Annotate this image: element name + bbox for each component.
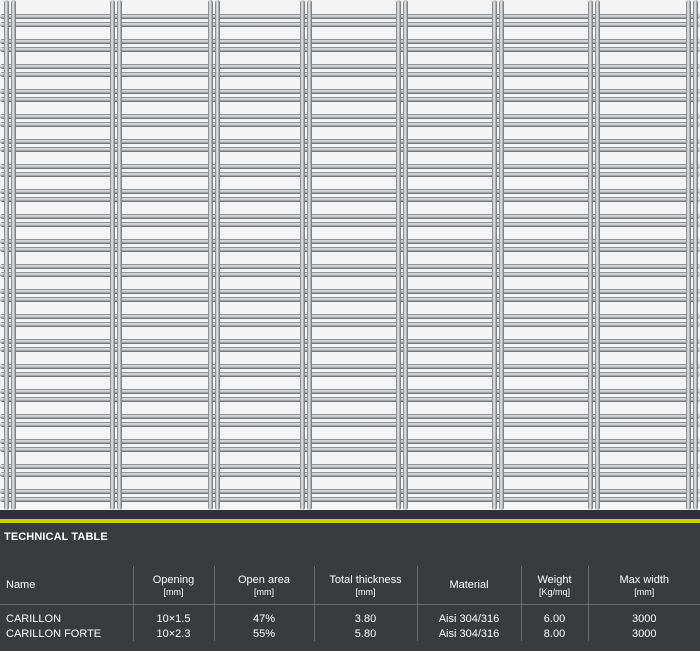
technical-panel: TECHNICAL TABLE Name Opening [mm] Open ar… <box>0 523 700 651</box>
header-opening: Opening [mm] <box>132 566 214 605</box>
table-header-row: Name Opening [mm] Open area [mm] Total thi… <box>0 566 700 605</box>
cell-total-thickness: 5.80 <box>313 626 417 641</box>
vertical-wire <box>117 0 122 510</box>
cell-open-area: 47% <box>213 604 314 626</box>
vertical-wire <box>492 0 497 510</box>
vertical-wire <box>110 0 115 510</box>
cell-max-width: 3000 <box>587 626 700 641</box>
header-weight: Weight [Kg/mq] <box>520 566 588 605</box>
vertical-wire <box>300 0 305 510</box>
cell-opening: 10×2.3 <box>132 626 214 641</box>
vertical-wire <box>11 0 16 510</box>
mesh-product-photo <box>0 0 700 510</box>
table-row: CARILLON FORTE 10×2.3 55% 5.80 Aisi 304/… <box>0 626 700 641</box>
vertical-wire <box>215 0 220 510</box>
vertical-wire <box>588 0 593 510</box>
cell-max-width: 3000 <box>587 604 700 626</box>
vertical-wire <box>693 0 698 510</box>
cell-name: CARILLON <box>6 612 62 625</box>
cell-open-area: 55% <box>213 626 314 641</box>
header-material: Material <box>416 566 521 605</box>
header-max-width: Max width [mm] <box>587 566 700 605</box>
woven-mesh-illustration <box>0 0 700 510</box>
section-title: TECHNICAL TABLE <box>4 531 108 543</box>
cell-material: Aisi 304/316 <box>416 604 521 626</box>
table-row: CARILLON 10×1.5 47% 3.80 Aisi 304/316 6.… <box>0 604 700 626</box>
vertical-wire <box>4 0 9 510</box>
section-divider <box>0 510 700 519</box>
cell-material: Aisi 304/316 <box>416 626 521 641</box>
vertical-wire <box>403 0 408 510</box>
header-name: Name <box>0 566 133 605</box>
cell-weight: 8.00 <box>520 626 588 641</box>
vertical-wire <box>396 0 401 510</box>
technical-table: Name Opening [mm] Open area [mm] Total thi… <box>0 566 700 641</box>
cell-name: CARILLON FORTE <box>6 627 102 640</box>
vertical-wire <box>208 0 213 510</box>
vertical-wire <box>307 0 312 510</box>
vertical-wire <box>595 0 600 510</box>
cell-total-thickness: 3.80 <box>313 604 417 626</box>
vertical-wire <box>499 0 504 510</box>
vertical-wire <box>686 0 691 510</box>
header-open-area: Open area [mm] <box>213 566 314 605</box>
header-total-thickness: Total thickness [mm] <box>313 566 417 605</box>
cell-opening: 10×1.5 <box>132 604 214 626</box>
cell-weight: 6.00 <box>520 604 588 626</box>
